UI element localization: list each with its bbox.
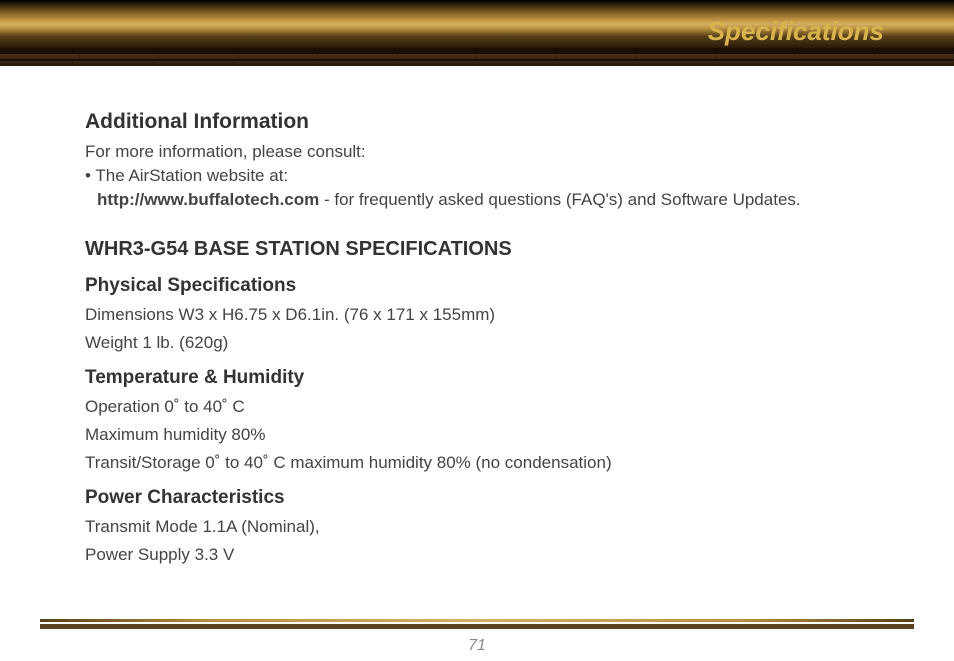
page-number: 71 <box>40 629 914 661</box>
temperature-humidity: Maximum humidity 80% <box>85 425 869 445</box>
header-stripe-2 <box>0 61 954 66</box>
physical-weight: Weight 1 lb. (620g) <box>85 333 869 353</box>
header-gradient: Specifications <box>0 0 954 48</box>
header-band: Specifications <box>0 0 954 70</box>
content-area: Additional Information For more informat… <box>0 70 954 593</box>
footer-stripe-1 <box>40 619 914 622</box>
power-transmit: Transmit Mode 1.1A (Nominal), <box>85 517 869 537</box>
heading-temperature: Temperature & Humidity <box>85 367 869 389</box>
heading-additional-info: Additional Information <box>85 110 869 134</box>
temperature-storage: Transit/Storage 0˚ to 40˚ C maximum humi… <box>85 453 869 473</box>
additional-info-bullet: • The AirStation website at: <box>85 166 869 186</box>
heading-base-station: WHR3-G54 BASE STATION SPECIFICATIONS <box>85 238 869 261</box>
physical-dimensions: Dimensions W3 x H6.75 x D6.1in. (76 x 17… <box>85 305 869 325</box>
heading-power: Power Characteristics <box>85 487 869 509</box>
additional-info-url-line: http://www.buffalotech.com - for frequen… <box>85 190 869 210</box>
power-supply: Power Supply 3.3 V <box>85 545 869 565</box>
additional-info-intro: For more information, please consult: <box>85 142 869 162</box>
page-title: Specifications <box>708 16 884 47</box>
heading-physical: Physical Specifications <box>85 275 869 297</box>
additional-info-url: http://www.buffalotech.com <box>97 190 319 209</box>
header-stripe <box>0 54 954 61</box>
footer-band: 71 <box>40 619 914 661</box>
temperature-operation: Operation 0˚ to 40˚ C <box>85 397 869 417</box>
additional-info-url-suffix: - for frequently asked questions (FAQ's)… <box>319 190 800 209</box>
